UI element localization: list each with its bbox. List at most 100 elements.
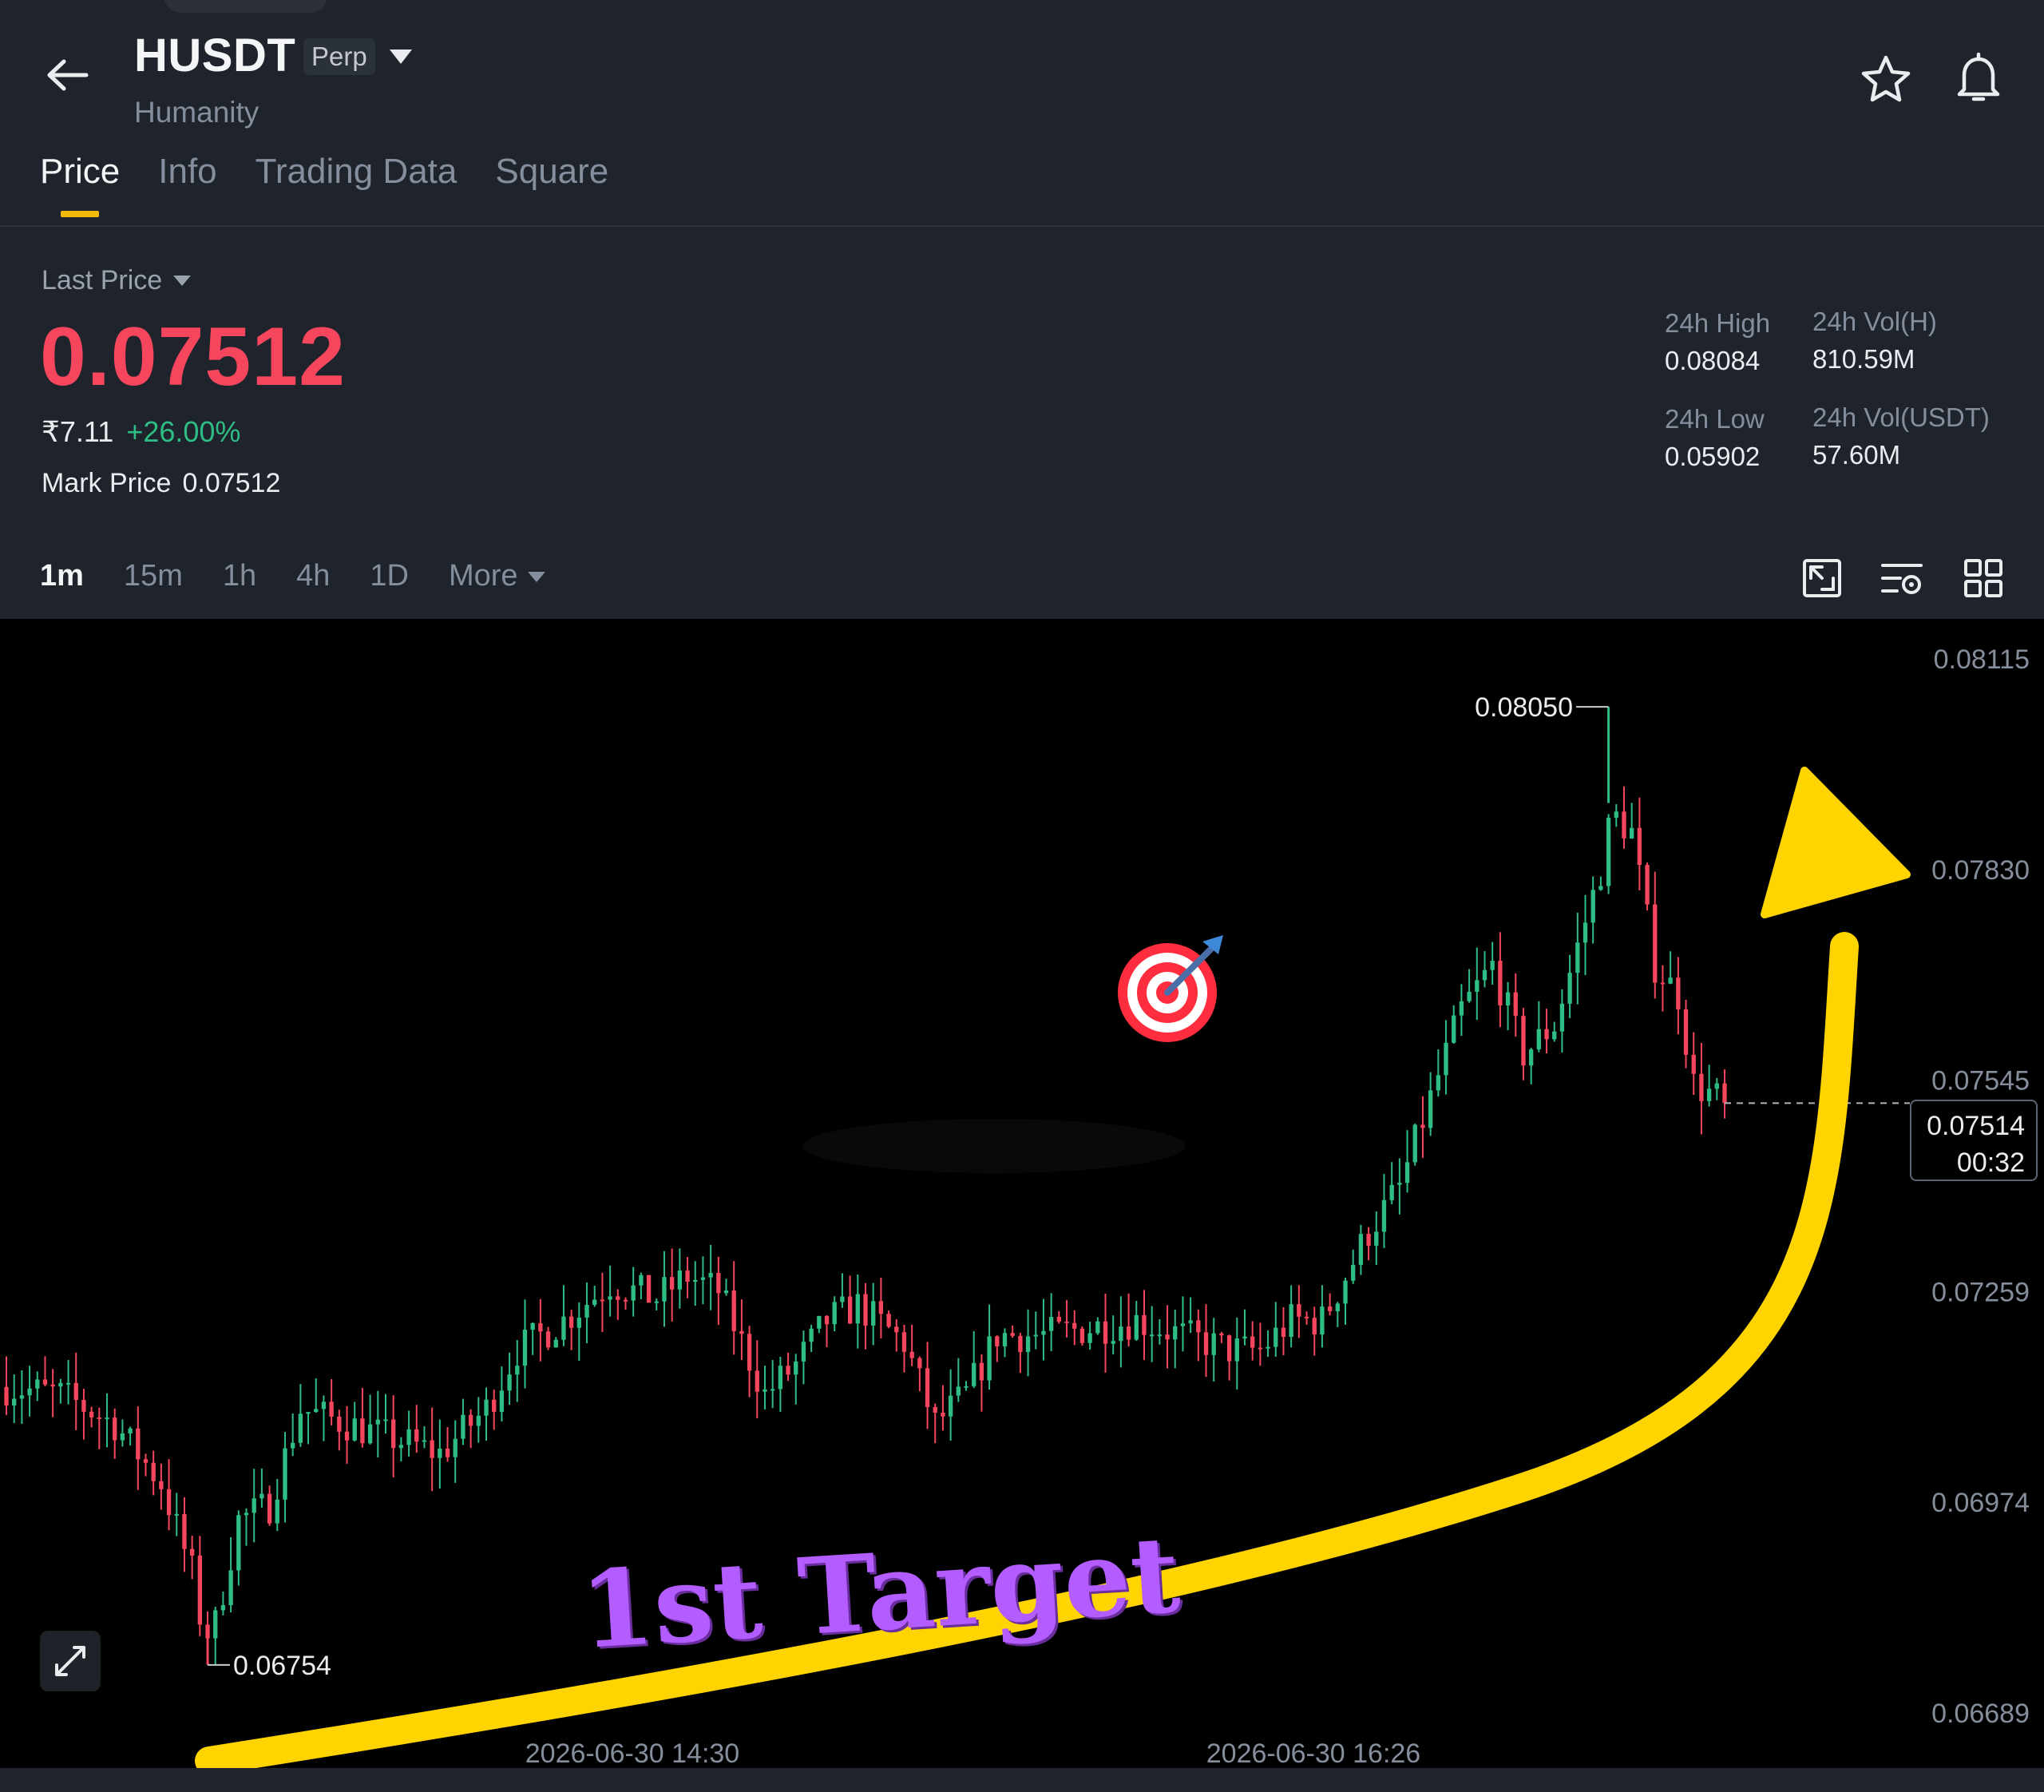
candle-body	[58, 1382, 63, 1387]
candle-body	[553, 1339, 558, 1348]
candle-body	[1614, 811, 1618, 819]
candle-body	[422, 1440, 427, 1442]
candle-body	[1281, 1327, 1286, 1338]
candle-body	[1079, 1328, 1085, 1343]
candle-body	[105, 1417, 109, 1420]
candle-body	[685, 1270, 690, 1282]
candle-body	[1335, 1303, 1340, 1312]
candle-body	[1653, 904, 1658, 983]
interval-1m[interactable]: 1m	[40, 559, 84, 593]
tab-price[interactable]: Price	[40, 152, 120, 224]
vol-usdt-value: 57.60M	[1812, 440, 1901, 470]
candle-body	[1211, 1333, 1216, 1355]
candle-body	[623, 1299, 628, 1302]
candle-body	[438, 1448, 442, 1458]
last-price-value: 0.07512	[40, 311, 346, 403]
candle-body	[708, 1273, 713, 1278]
candle-body	[1289, 1304, 1293, 1338]
alert-button[interactable]	[1950, 50, 2007, 107]
candle-body	[383, 1419, 388, 1421]
candle-body	[1242, 1336, 1247, 1339]
last-price-selector[interactable]: Last Price	[42, 265, 192, 296]
candle-body	[1119, 1326, 1123, 1342]
candle-body	[1025, 1336, 1031, 1353]
candle-body	[120, 1433, 125, 1441]
mark-price-value: 0.07512	[182, 468, 281, 498]
tab-square[interactable]: Square	[495, 152, 608, 224]
candle-body	[1033, 1334, 1038, 1337]
candle-body	[468, 1414, 473, 1426]
favorite-button[interactable]	[1859, 53, 1913, 107]
candle-body	[42, 1379, 48, 1385]
candle-body	[933, 1406, 937, 1413]
candle-body	[1467, 991, 1472, 1001]
candle-body	[1475, 980, 1480, 992]
candle-body	[941, 1412, 945, 1417]
candle-body	[298, 1413, 303, 1443]
candle-body	[1706, 1088, 1712, 1101]
candle-body	[1630, 827, 1634, 839]
candle-body	[545, 1331, 551, 1348]
candle-body	[871, 1301, 876, 1326]
mark-price-label: Mark Price	[42, 468, 172, 498]
tab-info[interactable]: Info	[158, 152, 216, 224]
candle-body	[894, 1326, 899, 1333]
price-chart[interactable]: 0.08115 0.07830 0.07545 0.07259 0.06974 0.066…	[0, 619, 2044, 1773]
tab-trading-data[interactable]: Trading Data	[256, 152, 458, 224]
candle-body	[81, 1400, 86, 1412]
candle-body	[213, 1610, 218, 1639]
vol-h-label: 24h Vol(H)	[1812, 307, 1937, 336]
x-axis: 2026-06-30 14:30 2026-06-30 16:26	[525, 1738, 1420, 1769]
candle-body	[174, 1513, 179, 1516]
candle-body	[1173, 1326, 1178, 1340]
candle-body	[801, 1342, 806, 1362]
tab-divider	[0, 225, 2044, 227]
interval-1h[interactable]: 1h	[223, 559, 256, 593]
candle-body	[901, 1332, 907, 1352]
candle-body	[12, 1398, 17, 1405]
interval-more[interactable]: More	[449, 559, 545, 593]
candle-body	[1134, 1314, 1139, 1340]
indicator-button[interactable]	[1878, 554, 1926, 602]
candle-body	[1266, 1346, 1270, 1349]
candle-body	[693, 1279, 698, 1282]
candle-body	[956, 1386, 961, 1396]
chart-settings-button[interactable]	[1798, 554, 1846, 602]
candle-body	[1660, 982, 1666, 985]
candle-body	[948, 1395, 953, 1417]
candle-body	[794, 1361, 798, 1375]
candle-body	[747, 1334, 752, 1371]
vol-h-value: 810.59M	[1812, 344, 1915, 374]
candle-body	[1157, 1334, 1163, 1337]
interval-1d[interactable]: 1D	[370, 559, 409, 593]
candle-body	[669, 1277, 675, 1290]
symbol-title[interactable]: HUSDT	[134, 29, 295, 82]
candle-body	[1459, 1001, 1464, 1016]
candle-body	[1304, 1316, 1309, 1318]
candle-body	[1327, 1306, 1333, 1312]
fiat-price-line: ₹7.11 +26.00%	[42, 415, 240, 449]
interval-15m[interactable]: 15m	[124, 559, 183, 593]
candle-body	[925, 1368, 930, 1407]
candle-body	[616, 1296, 620, 1300]
candle-body	[1002, 1333, 1008, 1346]
candle-body	[522, 1330, 528, 1366]
last-price-label: Last Price	[42, 265, 163, 295]
candle-body	[584, 1304, 589, 1318]
back-button[interactable]	[38, 46, 96, 104]
candle-body	[367, 1424, 373, 1444]
candle-body	[306, 1412, 311, 1414]
candle-body	[1436, 1075, 1440, 1091]
candle-body	[855, 1294, 860, 1324]
interval-4h[interactable]: 4h	[296, 559, 330, 593]
candle-body	[662, 1277, 667, 1302]
symbol-dropdown-icon[interactable]	[386, 45, 415, 69]
candle-body	[1095, 1321, 1100, 1334]
candle-body	[1010, 1333, 1015, 1336]
fullscreen-button[interactable]	[40, 1631, 101, 1691]
layout-grid-button[interactable]	[1959, 554, 2007, 602]
candle-body	[360, 1418, 365, 1444]
candle-body	[166, 1489, 172, 1516]
chevron-down-icon	[173, 276, 192, 286]
candle-body	[1358, 1234, 1364, 1265]
